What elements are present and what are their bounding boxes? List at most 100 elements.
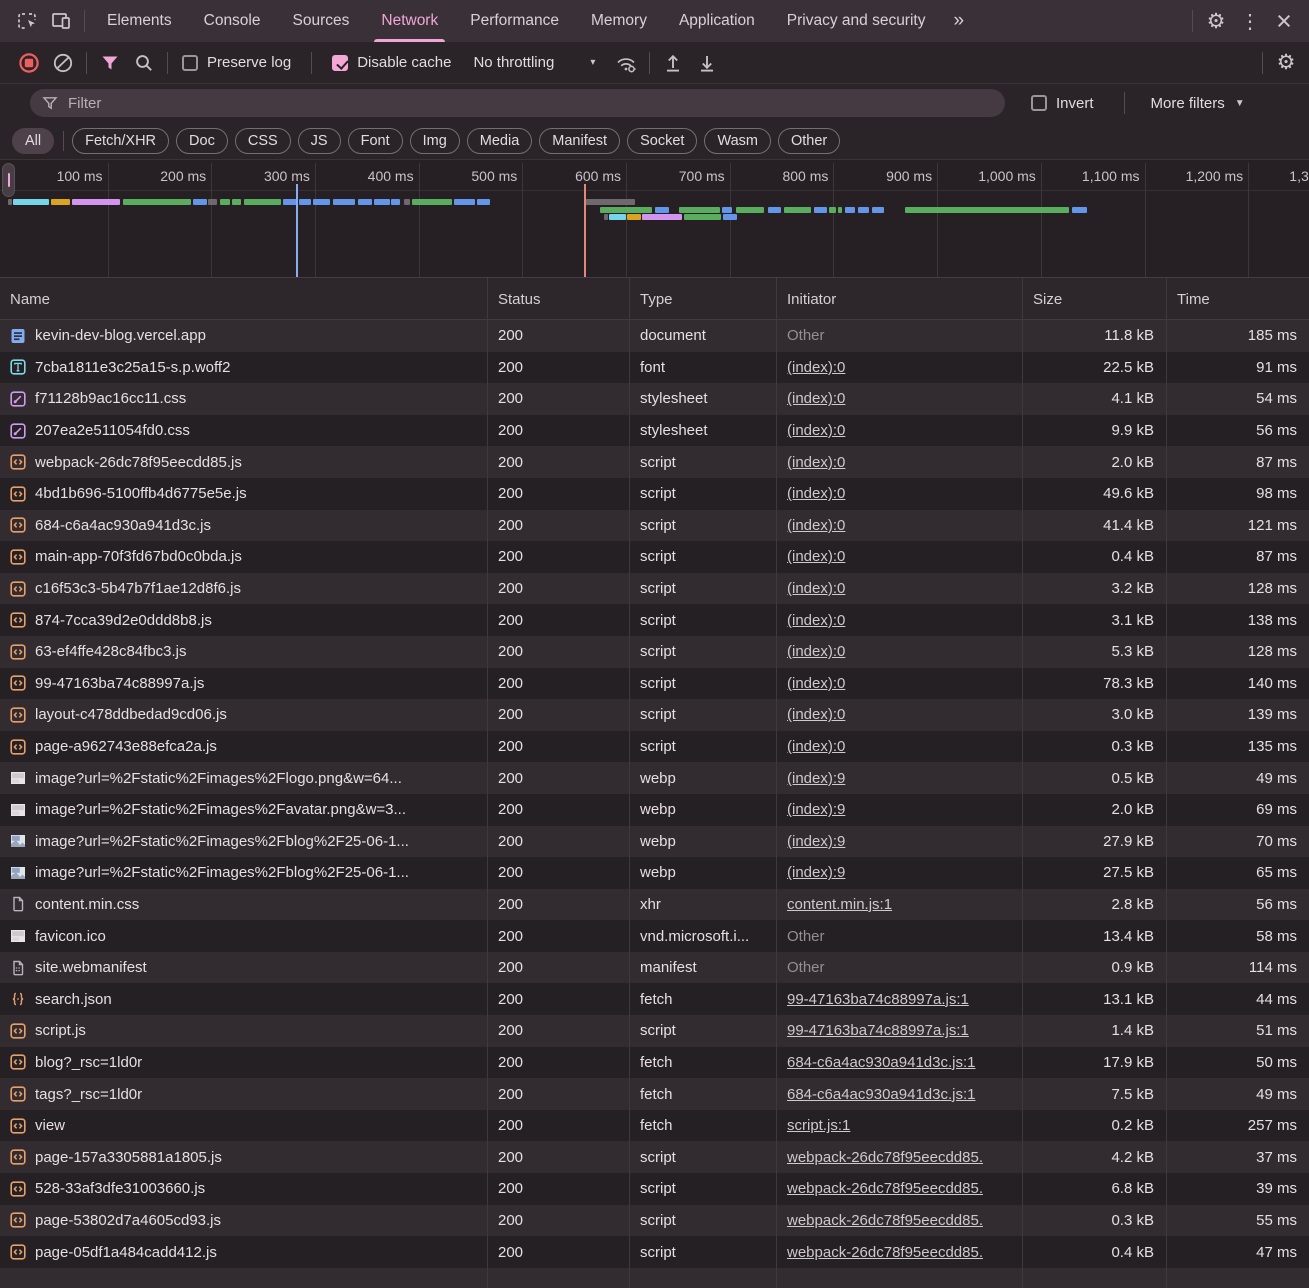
tab-privacy-and-security[interactable]: Privacy and security — [771, 0, 942, 42]
filter-toggle-icon[interactable] — [93, 48, 127, 78]
chip-media[interactable]: Media — [466, 127, 533, 154]
chip-wasm[interactable]: Wasm — [704, 127, 771, 154]
invert-toggle[interactable]: Invert — [1031, 95, 1094, 112]
network-conditions-icon[interactable] — [609, 48, 643, 78]
request-row[interactable]: 528-33af3dfe31003660.js 200 script webpack-… — [0, 1173, 1309, 1205]
request-row[interactable]: page-a962743e88efca2a.js 200 script (index)… — [0, 730, 1309, 763]
request-row[interactable]: 874-7cca39d2e0ddd8b8.js 200 script (index):… — [0, 604, 1309, 636]
disable-cache-toggle[interactable]: Disable cache — [332, 54, 451, 71]
column-header-name[interactable]: Name — [0, 278, 487, 320]
column-header-initiator[interactable]: Initiator — [776, 278, 1022, 320]
chip-css[interactable]: CSS — [234, 127, 291, 154]
settings-gear-icon[interactable]: ⚙ — [1199, 6, 1233, 36]
chip-img[interactable]: Img — [409, 127, 460, 154]
search-icon[interactable] — [127, 48, 161, 78]
request-row[interactable]: image?url=%2Fstatic%2Fimages%2Flogo.png&… — [0, 762, 1309, 794]
initiator-link[interactable]: (index):0 — [787, 485, 845, 502]
close-devtools-icon[interactable]: × — [1267, 6, 1301, 36]
request-row[interactable]: tags?_rsc=1ld0r 200 fetch 684-c6a4ac930a941… — [0, 1078, 1309, 1110]
chip-js[interactable]: JS — [297, 127, 341, 154]
initiator-link[interactable]: webpack-26dc78f95eecdd85. — [787, 1244, 983, 1261]
column-header-type[interactable]: Type — [629, 278, 776, 320]
initiator-link[interactable]: (index):0 — [787, 580, 845, 597]
initiator-link[interactable]: (index):0 — [787, 738, 845, 755]
initiator-link[interactable]: (index):0 — [787, 548, 845, 565]
initiator-link[interactable]: webpack-26dc78f95eecdd85. — [787, 1180, 983, 1197]
disable-cache-checkbox[interactable] — [332, 54, 349, 71]
chip-fetch-xhr[interactable]: Fetch/XHR — [72, 127, 170, 154]
network-overview-timeline[interactable]: 100 ms 200 ms 300 ms 400 ms 500 ms 600 ms 700 … — [0, 160, 1309, 278]
initiator-link[interactable]: (index):0 — [787, 706, 845, 723]
initiator-link[interactable]: (index):9 — [787, 801, 845, 818]
import-har-icon[interactable] — [656, 48, 690, 78]
chip-manifest[interactable]: Manifest — [539, 127, 621, 154]
chip-socket[interactable]: Socket — [627, 127, 698, 154]
invert-checkbox[interactable] — [1031, 95, 1047, 111]
more-filters-button[interactable]: More filters ▼ — [1151, 95, 1245, 112]
tab-memory[interactable]: Memory — [575, 0, 663, 42]
request-row[interactable]: search.json 200 fetch 99-47163ba74c88997a.j… — [0, 983, 1309, 1016]
network-settings-gear-icon[interactable]: ⚙ — [1269, 48, 1303, 78]
request-row[interactable]: c16f53c3-5b47b7f1ae12d8f6.js 200 script (in… — [0, 572, 1309, 605]
column-header-time[interactable]: Time — [1166, 278, 1309, 320]
request-row[interactable]: page-05df1a484cadd412.js 200 script webpack… — [0, 1236, 1309, 1268]
initiator-link[interactable]: 99-47163ba74c88997a.js:1 — [787, 1022, 969, 1039]
initiator-link[interactable]: (index):0 — [787, 643, 845, 660]
request-row[interactable]: content.min.css 200 xhr content.min.js:1 2.8… — [0, 888, 1309, 921]
request-row[interactable]: page-53802d7a4605cd93.js 200 script webpack… — [0, 1204, 1309, 1237]
request-row[interactable]: 7cba1811e3c25a15-s.p.woff2 200 font (index)… — [0, 351, 1309, 384]
record-network-log-icon[interactable] — [12, 48, 46, 78]
request-row[interactable]: 4bd1b696-5100ffb4d6775e5e.js 200 script (in… — [0, 477, 1309, 510]
chip-doc[interactable]: Doc — [176, 127, 228, 154]
column-header-size[interactable]: Size — [1022, 278, 1166, 320]
request-row[interactable]: favicon.ico 200 vnd.microsoft.i... Other 13.… — [0, 920, 1309, 952]
tab-sources[interactable]: Sources — [277, 0, 366, 42]
request-row[interactable]: 63-ef4ffe428c84fbc3.js 200 script (index):0… — [0, 635, 1309, 668]
more-tabs-icon[interactable]: » — [941, 10, 976, 32]
tab-network[interactable]: Network — [365, 0, 454, 42]
initiator-link[interactable]: (index):9 — [787, 770, 845, 787]
inspect-element-icon[interactable] — [10, 6, 44, 36]
initiator-link[interactable]: script.js:1 — [787, 1117, 850, 1134]
tab-console[interactable]: Console — [188, 0, 277, 42]
initiator-link[interactable]: (index):0 — [787, 454, 845, 471]
initiator-link[interactable]: (index):0 — [787, 422, 845, 439]
export-har-icon[interactable] — [690, 48, 724, 78]
request-row[interactable]: 684-c6a4ac930a941d3c.js 200 script (index):… — [0, 509, 1309, 542]
request-row[interactable]: image?url=%2Fstatic%2Fimages%2Favatar.pn… — [0, 793, 1309, 826]
initiator-link[interactable]: (index):9 — [787, 864, 845, 881]
request-row[interactable]: 207ea2e511054fd0.css 200 stylesheet (index)… — [0, 414, 1309, 447]
initiator-link[interactable]: (index):0 — [787, 390, 845, 407]
preserve-log-toggle[interactable]: Preserve log — [182, 54, 291, 71]
initiator-link[interactable]: (index):0 — [787, 359, 845, 376]
request-row[interactable]: kevin-dev-blog.vercel.app 200 document Othe… — [0, 320, 1309, 352]
initiator-link[interactable]: 684-c6a4ac930a941d3c.js:1 — [787, 1086, 975, 1103]
column-header-status[interactable]: Status — [487, 278, 629, 320]
chip-font[interactable]: Font — [347, 127, 403, 154]
request-row[interactable]: site.webmanifest 200 manifest Other 0.9 kB 11… — [0, 951, 1309, 984]
chip-all[interactable]: All — [12, 127, 55, 154]
clear-network-log-icon[interactable] — [46, 48, 80, 78]
tab-application[interactable]: Application — [663, 0, 771, 42]
request-row[interactable]: webpack-26dc78f95eecdd85.js 200 script (ind… — [0, 446, 1309, 478]
request-row[interactable]: layout-c478ddbedad9cd06.js 200 script (inde… — [0, 699, 1309, 731]
tab-elements[interactable]: Elements — [91, 0, 188, 42]
initiator-link[interactable]: 99-47163ba74c88997a.js:1 — [787, 991, 969, 1008]
request-row[interactable]: image?url=%2Fstatic%2Fimages%2Fblog%2F25… — [0, 857, 1309, 889]
device-toolbar-icon[interactable] — [44, 6, 78, 36]
tab-performance[interactable]: Performance — [454, 0, 575, 42]
throttling-select[interactable]: No throttling — [473, 54, 554, 71]
initiator-link[interactable]: 684-c6a4ac930a941d3c.js:1 — [787, 1054, 975, 1071]
request-row[interactable]: view 200 fetch script.js:1 0.2 kB 257 ms — [0, 1109, 1309, 1142]
request-row[interactable]: blog?_rsc=1ld0r 200 fetch 684-c6a4ac930a941… — [0, 1046, 1309, 1079]
chip-other[interactable]: Other — [777, 127, 841, 154]
request-row[interactable]: f71128b9ac16cc11.css 200 stylesheet (index)… — [0, 383, 1309, 415]
kebab-menu-icon[interactable]: ⋮ — [1233, 6, 1267, 36]
throttling-caret-icon[interactable]: ▾ — [590, 57, 595, 68]
initiator-link[interactable]: webpack-26dc78f95eecdd85. — [787, 1149, 983, 1166]
initiator-link[interactable]: (index):0 — [787, 675, 845, 692]
request-row[interactable]: 99-47163ba74c88997a.js 200 script (index):0… — [0, 667, 1309, 700]
preserve-log-checkbox[interactable] — [182, 54, 198, 71]
initiator-link[interactable]: webpack-26dc78f95eecdd85. — [787, 1212, 983, 1229]
request-row[interactable]: page-157a3305881a1805.js 200 script webpack… — [0, 1141, 1309, 1174]
